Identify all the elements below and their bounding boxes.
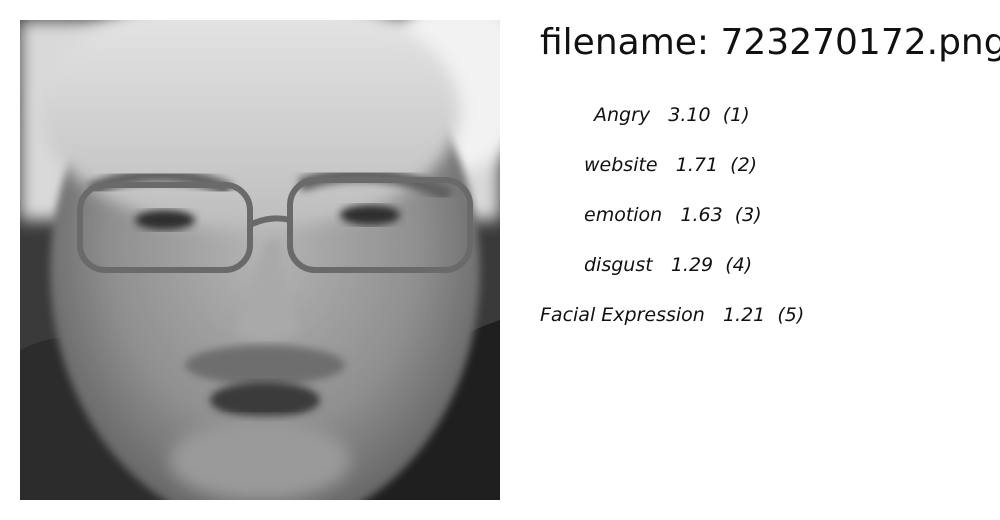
label-name: emotion bbox=[584, 204, 663, 226]
filename-title: filename: 723270172.png bbox=[540, 22, 1000, 63]
label-score: 1.21 bbox=[722, 304, 766, 326]
label-score: 3.10 bbox=[668, 104, 711, 126]
face-photo bbox=[20, 20, 500, 500]
label-score: 1.29 bbox=[670, 254, 714, 276]
label-rank: (2) bbox=[730, 154, 758, 176]
grayscale-face-image bbox=[20, 20, 500, 500]
label-item: disgust 1.29 (4) bbox=[540, 250, 980, 300]
label-score: 1.71 bbox=[675, 154, 719, 176]
label-list: Angry 3.10 (1) website 1.71 (2) emotion … bbox=[540, 100, 980, 350]
result-view: filename: 723270172.png Angry 3.10 (1) w… bbox=[0, 0, 1000, 520]
label-rank: (3) bbox=[734, 204, 762, 226]
label-name: Angry bbox=[594, 104, 651, 126]
label-item: Angry 3.10 (1) bbox=[540, 100, 980, 150]
label-rank: (4) bbox=[725, 254, 753, 276]
label-rank: (5) bbox=[777, 304, 805, 326]
label-name: website bbox=[584, 154, 658, 176]
label-name: disgust bbox=[584, 254, 653, 276]
label-item: emotion 1.63 (3) bbox=[540, 200, 980, 250]
label-rank: (1) bbox=[722, 104, 750, 126]
label-name: Facial Expression bbox=[540, 304, 705, 326]
label-item: website 1.71 (2) bbox=[540, 150, 980, 200]
label-item: Facial Expression 1.21 (5) bbox=[540, 300, 980, 350]
label-score: 1.63 bbox=[680, 204, 723, 226]
